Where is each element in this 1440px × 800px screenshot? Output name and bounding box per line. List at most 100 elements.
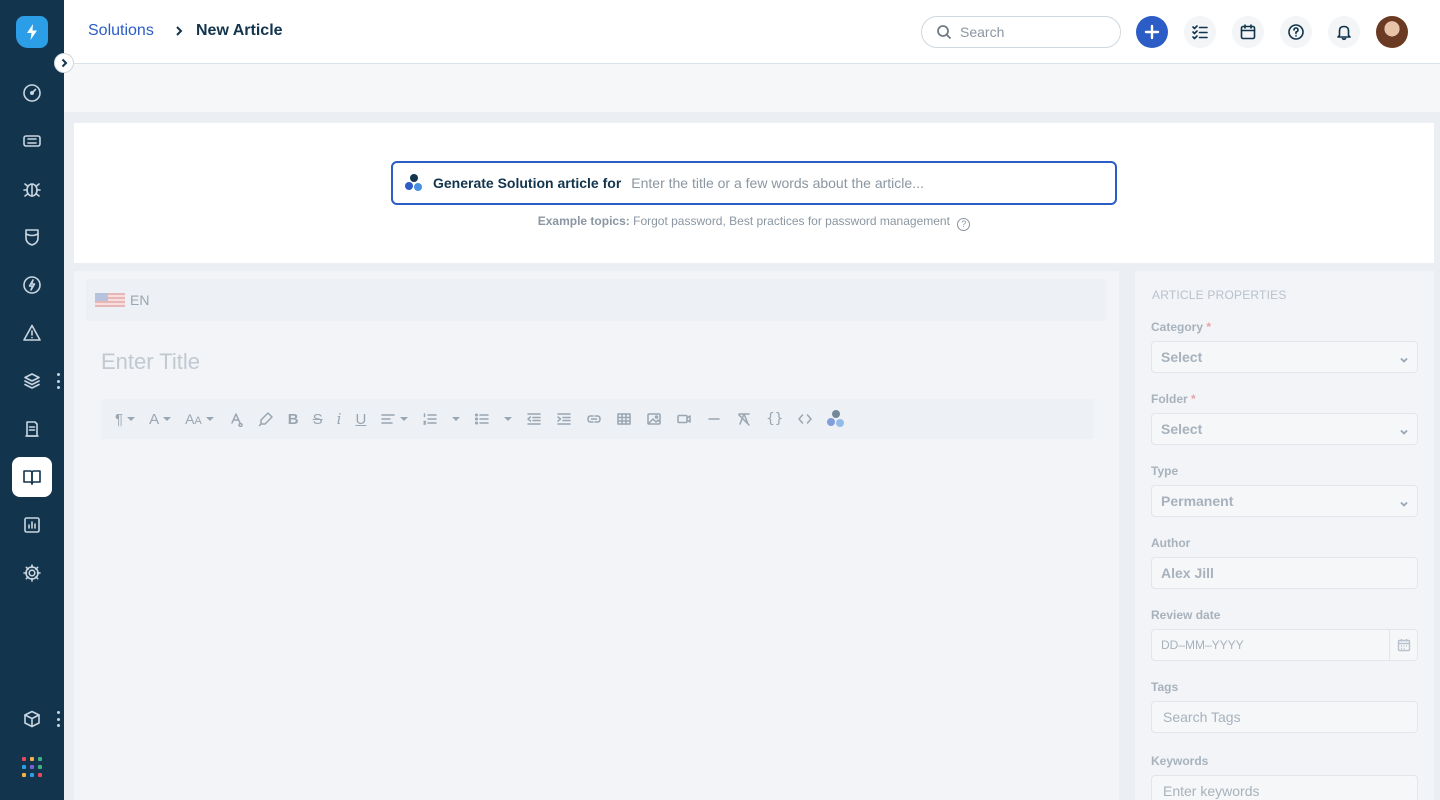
- insert-table-button[interactable]: [616, 407, 632, 431]
- italic-button[interactable]: i: [337, 407, 342, 431]
- strikethrough-button[interactable]: S: [313, 407, 323, 431]
- ordered-list-icon: [423, 413, 438, 425]
- sidebar-item-admin[interactable]: [12, 553, 52, 593]
- help-icon[interactable]: ?: [957, 218, 971, 231]
- link-icon: [587, 415, 602, 423]
- sidebar-item-dashboard[interactable]: [12, 73, 52, 113]
- help-button[interactable]: [1280, 16, 1312, 48]
- bullet-list-button[interactable]: [474, 407, 490, 431]
- ai-article-generator: Generate Solution article for Example to…: [74, 123, 1434, 263]
- sidebar-item-marketplace[interactable]: [12, 699, 52, 739]
- search-input[interactable]: [960, 24, 1110, 40]
- code-icon: [798, 414, 812, 424]
- changes-icon: [25, 229, 39, 246]
- example-topics-label: Example topics:: [537, 214, 630, 228]
- todo-button[interactable]: [1184, 16, 1216, 48]
- bold-button[interactable]: B: [288, 407, 299, 431]
- notifications-button[interactable]: [1328, 16, 1360, 48]
- indent-button[interactable]: [556, 407, 572, 431]
- page-subheader: [64, 64, 1440, 112]
- sidebar-item-changes[interactable]: [12, 217, 52, 257]
- sidebar-item-alerts[interactable]: [12, 313, 52, 353]
- ai-assist-button[interactable]: [827, 407, 845, 431]
- horizontal-line-button[interactable]: [706, 407, 722, 431]
- author-label: Author: [1151, 536, 1191, 550]
- help-icon: [1288, 24, 1304, 40]
- align-button[interactable]: [380, 407, 409, 431]
- type-label: Type: [1151, 464, 1179, 478]
- source-code-button[interactable]: [797, 407, 813, 431]
- generator-label: Generate Solution article for: [433, 175, 622, 191]
- search-icon: [937, 25, 952, 40]
- review-date-field[interactable]: DD–MM–YYYY: [1151, 629, 1418, 661]
- category-select[interactable]: Select: [1151, 341, 1418, 373]
- sidebar-item-tickets[interactable]: [12, 121, 52, 161]
- breadcrumb-solutions-link[interactable]: Solutions: [88, 22, 154, 40]
- folder-value: Select: [1161, 421, 1203, 437]
- ordered-list-button[interactable]: [422, 407, 438, 431]
- horizontal-line-icon: [708, 418, 721, 420]
- code-block-button[interactable]: {}: [766, 407, 783, 431]
- bell-icon: [1337, 25, 1351, 41]
- cube-icon: [24, 710, 40, 728]
- properties-heading: ARTICLE PROPERTIES: [1152, 288, 1287, 302]
- title-input[interactable]: Enter Title: [101, 349, 200, 375]
- us-flag-icon: [95, 293, 125, 307]
- paragraph-format-button[interactable]: ¶: [115, 407, 136, 431]
- font-size-button[interactable]: AA: [185, 407, 214, 431]
- underline-button[interactable]: U: [355, 407, 366, 431]
- global-search[interactable]: [921, 16, 1121, 48]
- sidebar-item-releases[interactable]: [12, 265, 52, 305]
- bullet-list-icon: [475, 413, 490, 425]
- ordered-list-options-button[interactable]: [452, 407, 461, 431]
- app-switcher-icon[interactable]: [22, 757, 42, 777]
- clear-format-icon: [738, 413, 751, 426]
- plus-icon: [1144, 24, 1160, 40]
- sidebar-more-menu-bottom[interactable]: [56, 711, 60, 727]
- font-icon: A: [149, 410, 160, 428]
- author-value: Alex Jill: [1161, 565, 1214, 581]
- solutions-icon: [23, 470, 41, 485]
- underline-icon: U: [355, 410, 367, 428]
- insert-image-button[interactable]: [646, 407, 662, 431]
- dashboard-icon: [23, 84, 41, 102]
- generator-field[interactable]: Generate Solution article for: [391, 161, 1117, 205]
- highlight-button[interactable]: [258, 407, 274, 431]
- text-color-icon: [231, 413, 243, 427]
- align-left-icon: [381, 414, 396, 424]
- insert-video-button[interactable]: [676, 407, 692, 431]
- language-code[interactable]: EN: [130, 292, 149, 308]
- lightning-icon: [27, 24, 37, 40]
- type-select[interactable]: Permanent: [1151, 485, 1418, 517]
- folder-select[interactable]: Select: [1151, 413, 1418, 445]
- tags-field[interactable]: Search Tags: [1151, 701, 1418, 733]
- contracts-icon: [25, 421, 39, 437]
- generator-input[interactable]: [631, 175, 1115, 191]
- sidebar-expand-button[interactable]: [54, 53, 74, 73]
- bullet-list-options-button[interactable]: [504, 407, 513, 431]
- outdent-button[interactable]: [526, 407, 542, 431]
- text-color-button[interactable]: [228, 407, 244, 431]
- insert-link-button[interactable]: [586, 407, 602, 431]
- app-logo[interactable]: [16, 16, 48, 48]
- user-avatar[interactable]: [1376, 16, 1408, 48]
- chevron-down-icon: [1399, 496, 1409, 507]
- sidebar-item-contracts[interactable]: [12, 409, 52, 449]
- sidebar: [0, 0, 64, 800]
- font-family-button[interactable]: A: [149, 407, 172, 431]
- type-value: Permanent: [1161, 493, 1234, 509]
- keywords-field[interactable]: Enter keywords: [1151, 775, 1418, 800]
- chevron-down-icon: [1399, 352, 1409, 363]
- sidebar-item-reports[interactable]: [12, 505, 52, 545]
- sidebar-item-problems[interactable]: [12, 169, 52, 209]
- calendar-icon[interactable]: [1389, 630, 1417, 660]
- braces-icon: {}: [766, 411, 784, 427]
- clear-format-button[interactable]: [736, 407, 752, 431]
- new-item-button[interactable]: [1136, 16, 1168, 48]
- sidebar-more-menu[interactable]: [56, 373, 60, 389]
- author-field[interactable]: Alex Jill: [1151, 557, 1418, 589]
- calendar-button[interactable]: [1232, 16, 1264, 48]
- sidebar-item-assets[interactable]: [12, 361, 52, 401]
- sidebar-item-solutions[interactable]: [12, 457, 52, 497]
- page-title: New Article: [196, 22, 283, 39]
